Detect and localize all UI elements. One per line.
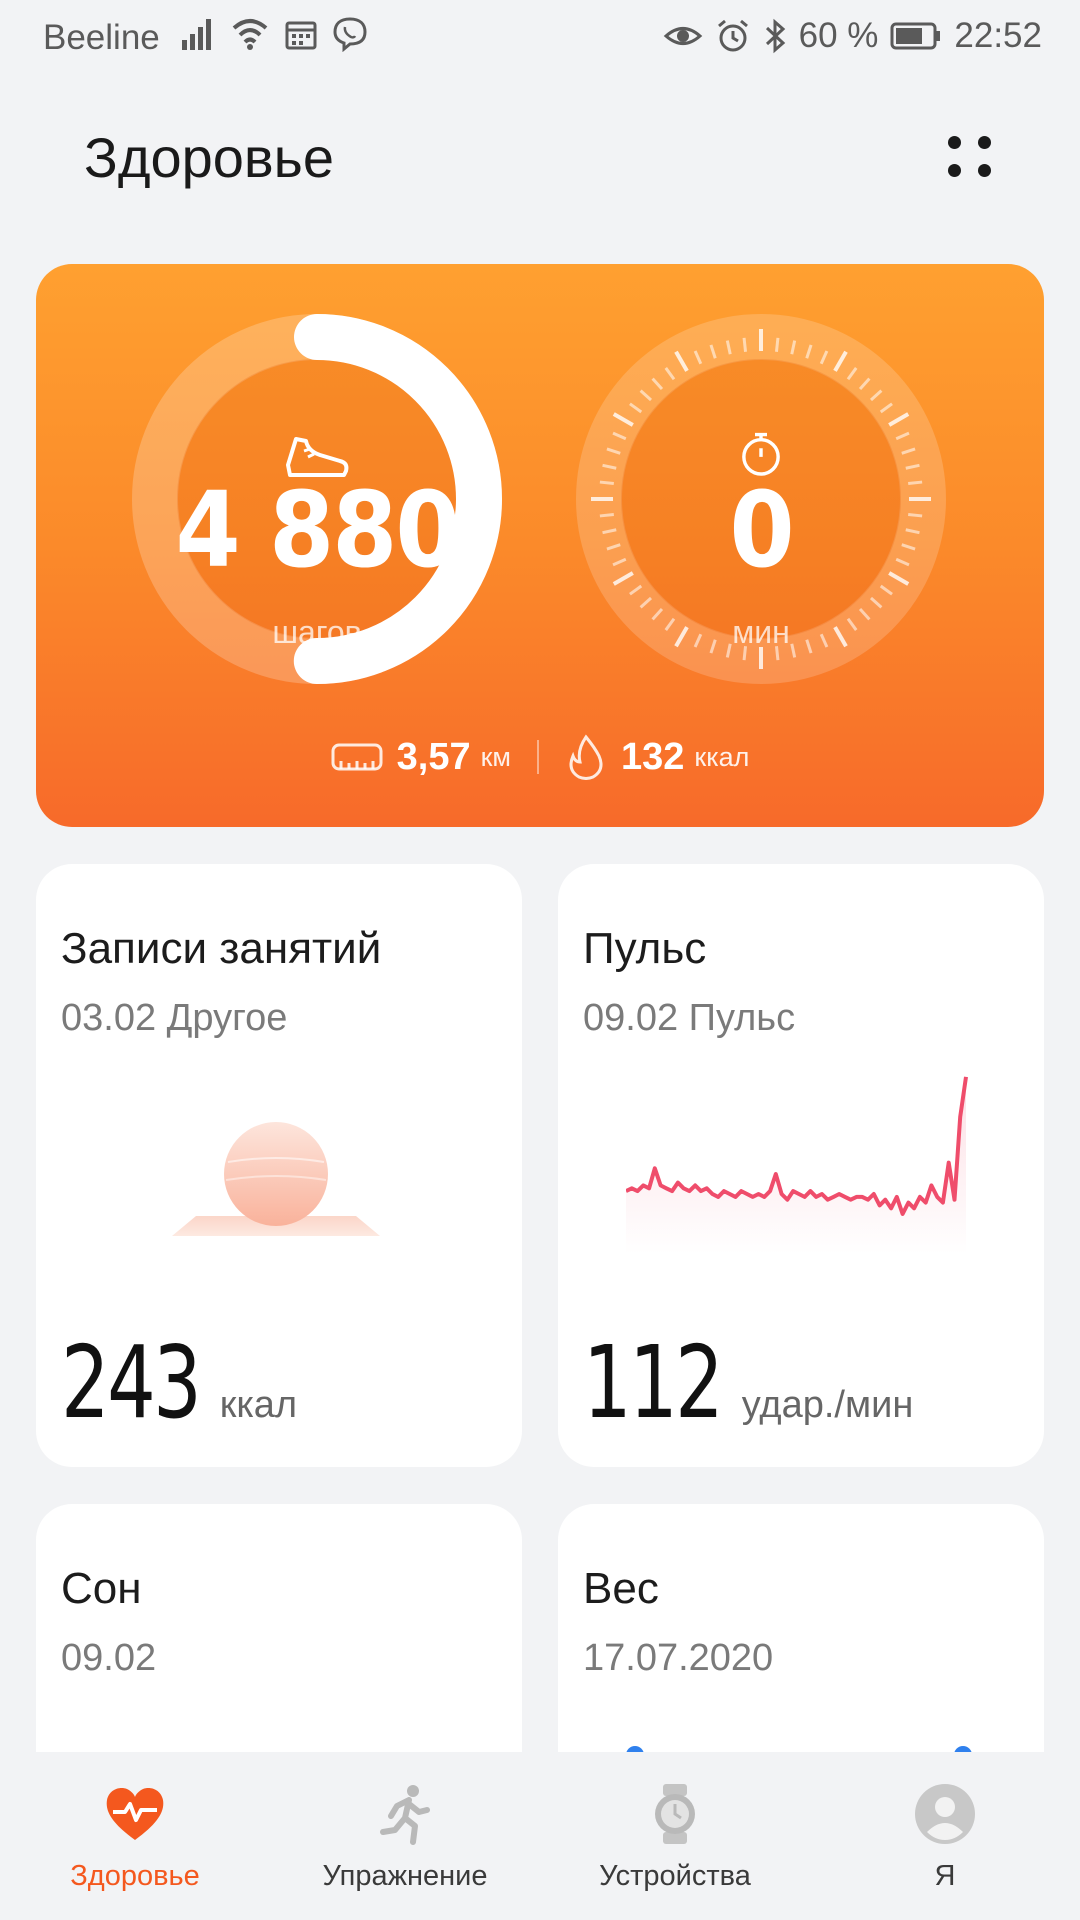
card-title: Вес	[583, 1564, 659, 1613]
status-icons-left	[180, 16, 368, 52]
card-title: Сон	[61, 1564, 142, 1613]
workout-records-card[interactable]: Записи занятий 03.02 Другое 243 ккал	[36, 864, 522, 1467]
clock-time: 22:52	[954, 16, 1042, 55]
dot-icon	[978, 164, 991, 177]
page-title: Здоровье	[84, 126, 335, 189]
pulse-value: 112	[583, 1324, 724, 1441]
battery-icon	[890, 22, 941, 50]
steps-value: 4 880	[175, 469, 461, 591]
card-subtitle: 09.02	[61, 1637, 157, 1679]
dot-icon	[948, 136, 961, 149]
viber-icon	[333, 17, 367, 52]
card-title: Пульс	[583, 924, 707, 973]
flame-icon	[569, 734, 603, 780]
alarm-icon	[717, 19, 748, 52]
card-subtitle: 09.02 Пульс	[583, 997, 796, 1039]
calories-unit: ккал	[694, 741, 750, 772]
nav-item-me[interactable]: Я	[810, 1752, 1080, 1920]
carrier-name: Beeline	[43, 18, 160, 57]
battery-percent: 60 %	[798, 16, 879, 55]
distance-value: 3,57	[396, 735, 471, 778]
minute-tick	[742, 337, 748, 352]
heart-rate-chart	[626, 1076, 968, 1254]
nav-label: Устройства	[599, 1860, 751, 1892]
nav-label: Здоровье	[70, 1860, 200, 1892]
active-minutes-ring[interactable]: 0 мин	[576, 314, 946, 684]
minutes-value: 0	[729, 469, 794, 591]
activity-stats-row: 3,57 км 132 ккал	[36, 734, 1044, 780]
status-bar: Beeline 60 % 22:52	[0, 0, 1080, 75]
heart-pulse-icon	[106, 1788, 164, 1840]
watch-icon	[655, 1784, 695, 1844]
activity-summary-card[interactable]: 4 880 шагов 0 мин 3,57 км 132 ккал	[36, 264, 1044, 827]
running-man-icon	[380, 1785, 430, 1845]
dot-icon	[948, 164, 961, 177]
avatar-icon	[915, 1784, 975, 1844]
workout-calories-unit: ккал	[219, 1384, 298, 1426]
pulse-unit: удар./мин	[741, 1384, 914, 1426]
exercise-ball-illustration	[172, 1122, 380, 1236]
workout-calories-value: 243	[61, 1324, 202, 1441]
card-subtitle: 17.07.2020	[583, 1637, 774, 1679]
steps-ring[interactable]: 4 880 шагов	[132, 314, 502, 684]
ruler-icon	[331, 743, 383, 771]
nav-label: Упражнение	[322, 1860, 488, 1892]
minutes-unit: мин	[732, 614, 790, 650]
distance-unit: км	[480, 741, 511, 772]
status-icons-right: 60 % 22:52	[663, 16, 1042, 56]
steps-unit: шагов	[272, 614, 362, 650]
more-options-button[interactable]	[940, 128, 1000, 188]
wifi-icon	[232, 19, 268, 50]
bottom-navigation: Здоровье Упражнение Устройства Я	[0, 1752, 1080, 1920]
nav-item-exercise[interactable]: Упражнение	[270, 1752, 540, 1920]
heart-rate-area	[626, 1076, 966, 1254]
nav-label: Я	[934, 1860, 956, 1892]
card-title: Записи занятий	[61, 924, 382, 973]
calories-value: 132	[620, 735, 685, 778]
heart-rate-card[interactable]: Пульс 09.02 Пульс 112 удар./мин	[558, 864, 1044, 1467]
card-subtitle: 03.02 Другое	[61, 997, 288, 1039]
stats-divider	[536, 740, 539, 774]
pulse-metric: 112 удар./мин	[583, 1324, 913, 1441]
calendar-icon	[285, 21, 317, 50]
nav-item-devices[interactable]: Устройства	[540, 1752, 810, 1920]
signal-icon	[182, 19, 211, 50]
nav-item-health[interactable]: Здоровье	[0, 1752, 270, 1920]
dot-icon	[978, 136, 991, 149]
workout-metric: 243 ккал	[61, 1324, 297, 1441]
bluetooth-icon	[765, 18, 785, 54]
eye-comfort-icon	[663, 27, 702, 45]
minute-tick	[774, 337, 780, 352]
